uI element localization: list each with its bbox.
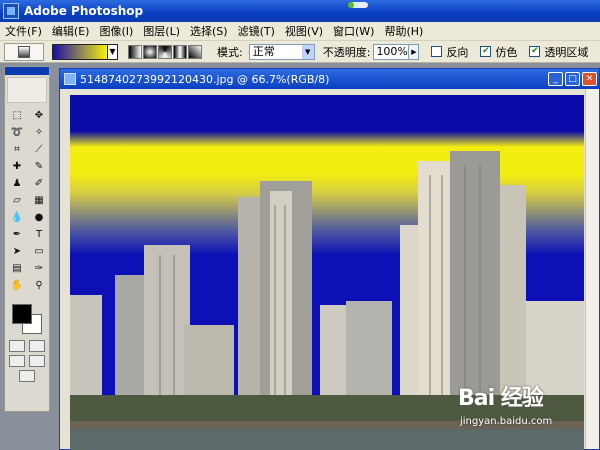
lasso-tool-icon[interactable]: ➰ (7, 125, 27, 140)
mode-select[interactable]: 正常 ▼ (248, 43, 315, 60)
history-brush-tool-icon[interactable]: ✐ (29, 176, 49, 191)
watermark-url: jingyan.baidu.com (460, 416, 553, 427)
feather-logo-icon[interactable] (7, 77, 47, 103)
transparency-label: 透明区域 (544, 45, 589, 59)
toolbox-grip[interactable] (5, 67, 49, 75)
transparency-checkbox[interactable]: ✔ 透明区域 (529, 44, 588, 60)
tool-grid: ⬚ ✥ ➰ ✧ ⌗ ⟋ ✚ ✎ ♟ ✐ ▱ ▦ 💧 ● ✒ T ➤ ▭ ▤ ✑ … (5, 105, 49, 296)
checkmark-icon: ✔ (529, 46, 541, 57)
photoshop-app-icon (3, 3, 19, 19)
menu-file[interactable]: 文件(F) (0, 23, 47, 39)
mode-label: 模式: (217, 45, 243, 59)
opacity-input[interactable]: 100% (373, 43, 410, 60)
healing-brush-tool-icon[interactable]: ✚ (7, 159, 27, 174)
menu-window[interactable]: 窗口(W) (328, 23, 379, 39)
reverse-label: 反向 (446, 45, 469, 59)
crop-tool-icon[interactable]: ⌗ (7, 142, 27, 157)
zoom-tool-icon[interactable]: ⚲ (29, 278, 49, 293)
close-icon[interactable]: ✕ (582, 72, 597, 86)
gradient-tool-icon (18, 45, 30, 58)
slice-tool-icon[interactable]: ⟋ (29, 142, 49, 157)
clone-stamp-tool-icon[interactable]: ♟ (7, 176, 27, 191)
document-icon (64, 73, 76, 85)
window-buttons: _ □ ✕ (546, 72, 597, 86)
baidu-watermark: Bai 经验 jingyan.baidu.com (458, 380, 552, 427)
brush-tool-icon[interactable]: ✎ (29, 159, 49, 174)
marquee-tool-icon[interactable]: ⬚ (7, 108, 27, 123)
jump-row (7, 370, 47, 382)
document-title: 5148740273992120430.jpg @ 66.7%(RGB/8) (80, 72, 330, 86)
chevron-down-icon[interactable]: ▼ (108, 43, 118, 60)
screen-mode-row (7, 355, 47, 367)
gradient-preview[interactable] (52, 43, 108, 60)
reflected-gradient-icon[interactable] (173, 44, 187, 59)
menu-view[interactable]: 视图(V) (280, 23, 328, 39)
jump-to-imageready-icon[interactable] (19, 370, 35, 382)
move-tool-icon[interactable]: ✥ (29, 108, 49, 123)
path-selection-tool-icon[interactable]: ➤ (7, 244, 27, 259)
quick-mask-icon[interactable] (29, 340, 45, 352)
menu-image[interactable]: 图像(I) (94, 23, 138, 39)
options-bar: ▼ 模式: 正常 ▼ 不透明度: 100% ▶ 反向 ✔ 仿色 ✔ 透明区域 (0, 41, 600, 63)
screen-mode-standard-icon[interactable] (9, 355, 25, 367)
checkmark-icon: ✔ (480, 46, 492, 57)
pen-tool-icon[interactable]: ✒ (7, 227, 27, 242)
type-tool-icon[interactable]: T (29, 227, 49, 242)
quick-mask-row (7, 340, 47, 352)
chevron-down-icon[interactable]: ▼ (301, 44, 314, 59)
hand-tool-icon[interactable]: ✋ (7, 278, 27, 293)
gradient-type-group (128, 44, 203, 59)
screen-mode-full-icon[interactable] (29, 355, 45, 367)
menu-edit[interactable]: 编辑(E) (47, 23, 95, 39)
menu-help[interactable]: 帮助(H) (379, 23, 428, 39)
app-title: Adobe Photoshop (24, 4, 144, 18)
notes-tool-icon[interactable]: ▤ (7, 261, 27, 276)
mode-value: 正常 (252, 44, 275, 58)
menu-filter[interactable]: 滤镜(T) (233, 23, 280, 39)
dodge-tool-icon[interactable]: ● (29, 210, 49, 225)
angle-gradient-icon[interactable] (158, 44, 172, 59)
chevron-right-icon[interactable]: ▶ (409, 43, 420, 60)
blur-tool-icon[interactable]: 💧 (7, 210, 27, 225)
tool-preset-picker[interactable] (4, 42, 44, 61)
minimize-icon[interactable]: _ (548, 72, 563, 86)
radial-gradient-icon[interactable] (143, 44, 157, 59)
checkbox-empty-icon (431, 46, 443, 57)
linear-gradient-icon[interactable] (128, 44, 142, 59)
eyedropper-tool-icon[interactable]: ✑ (29, 261, 49, 276)
color-swatches (8, 300, 46, 336)
reverse-checkbox[interactable]: 反向 (431, 44, 468, 60)
status-dot-icon (348, 2, 354, 8)
dither-label: 仿色 (495, 45, 518, 59)
foreground-color-swatch[interactable] (12, 304, 32, 324)
document-title-bar[interactable]: 5148740273992120430.jpg @ 66.7%(RGB/8) (60, 69, 599, 89)
opacity-label: 不透明度: (322, 45, 371, 59)
toolbox-panel: ⬚ ✥ ➰ ✧ ⌗ ⟋ ✚ ✎ ♟ ✐ ▱ ▦ 💧 ● ✒ T ➤ ▭ ▤ ✑ … (4, 66, 50, 412)
standard-mode-icon[interactable] (9, 340, 25, 352)
menu-bar: 文件(F) 编辑(E) 图像(I) 图层(L) 选择(S) 滤镜(T) 视图(V… (0, 22, 600, 41)
diamond-gradient-icon[interactable] (188, 44, 202, 59)
shape-tool-icon[interactable]: ▭ (29, 244, 49, 259)
eraser-tool-icon[interactable]: ▱ (7, 193, 27, 208)
maximize-icon[interactable]: □ (565, 72, 580, 86)
dither-checkbox[interactable]: ✔ 仿色 (480, 44, 517, 60)
vertical-scrollbar[interactable] (585, 89, 599, 449)
menu-select[interactable]: 选择(S) (185, 23, 233, 39)
menu-layer[interactable]: 图层(L) (138, 23, 185, 39)
app-title-bar: Adobe Photoshop (0, 0, 600, 22)
baidu-logo: Bai 经验 (458, 386, 544, 411)
gradient-tool-icon[interactable]: ▦ (29, 193, 49, 208)
magic-wand-tool-icon[interactable]: ✧ (29, 125, 49, 140)
